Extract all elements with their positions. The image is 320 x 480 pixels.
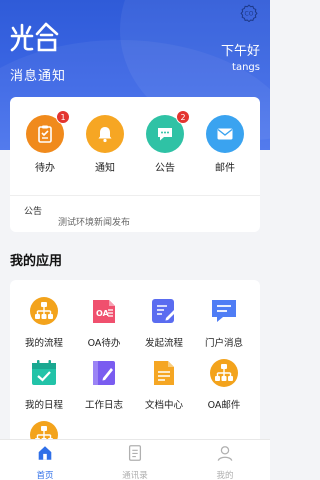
quick-action-label: 待办: [35, 163, 55, 174]
notice-headline[interactable]: 测试环境新闻发布: [58, 215, 130, 228]
app-logo: [10, 22, 59, 52]
svg-text:OA: OA: [96, 309, 110, 318]
username: tangs: [232, 62, 260, 73]
notice-label: 公告: [24, 207, 43, 217]
app-label: 发起流程: [144, 338, 183, 349]
quick-action-circle: 2: [146, 110, 190, 153]
todo-count-badge: 1: [56, 110, 70, 124]
tab-profile[interactable]: 我的: [195, 444, 255, 480]
quick-action-todo[interactable]: 1 待办: [20, 110, 70, 174]
oa-todo-icon: OA: [93, 300, 115, 323]
app-work-journal[interactable]: 工作日志: [76, 358, 132, 411]
bottom-tab-bar: 首页 通讯录 我的: [0, 439, 270, 480]
contacts-icon: [128, 445, 142, 461]
tab-contacts[interactable]: 通讯录: [105, 444, 165, 480]
document-icon: [154, 361, 174, 385]
bell-icon: [98, 127, 112, 143]
app-start-workflow[interactable]: 发起流程: [136, 296, 192, 349]
message-icon: [212, 300, 236, 322]
tab-label: 通讯录: [122, 471, 148, 480]
app-label: 门户消息: [204, 338, 243, 349]
greeting-text: 下午好: [220, 44, 260, 59]
quick-action-circle: [206, 115, 244, 153]
quick-actions-card: 1 待办 通知 2 公告 邮件 公告 测试环境新闻发布: [10, 97, 260, 232]
svg-text:CO: CO: [245, 11, 254, 18]
apps-section-title: 我的应用: [10, 254, 63, 269]
journal-icon: [93, 361, 115, 385]
quick-action-label: 邮件: [215, 163, 235, 174]
quick-action-circle: 1: [26, 110, 70, 153]
app-document-center[interactable]: 文档中心: [136, 358, 192, 411]
edit-doc-icon: [152, 299, 177, 323]
apps-card: 我的流程 OA OA待办 发起流程 门户消息 我的日程 工作日志 文档中心 OA…: [10, 280, 260, 450]
quick-action-notice[interactable]: 通知: [80, 115, 130, 174]
clipboard-icon: [38, 125, 52, 143]
app-portal-messages[interactable]: 门户消息: [196, 296, 252, 349]
calendar-icon: [32, 360, 56, 385]
chat-icon: [158, 128, 172, 141]
app-label: OA邮件: [207, 400, 241, 411]
oa-mail-icon: [210, 359, 238, 387]
quick-action-mail[interactable]: 邮件: [200, 115, 250, 174]
tab-label: 我的: [216, 471, 234, 480]
tab-home[interactable]: 首页: [15, 444, 75, 480]
page-subtitle: 消息通知: [10, 69, 67, 84]
app-label: 我的流程: [24, 338, 63, 349]
home-icon: [38, 446, 52, 460]
app-label: 我的日程: [24, 400, 63, 411]
settings-icon[interactable]: CO: [240, 4, 258, 22]
app-label: 工作日志: [84, 400, 123, 411]
quick-action-circle: [86, 115, 124, 153]
mail-icon: [217, 128, 233, 140]
announcement-count-badge: 2: [176, 110, 190, 124]
quick-action-label: 公告: [155, 163, 175, 174]
app-my-schedule[interactable]: 我的日程: [16, 358, 72, 411]
tab-label: 首页: [36, 471, 54, 480]
app-my-workflow[interactable]: 我的流程: [16, 296, 72, 349]
divider: [10, 195, 260, 196]
profile-icon: [217, 446, 233, 461]
app-oa-mail[interactable]: OA邮件: [196, 358, 252, 411]
app-label: 文档中心: [144, 400, 183, 411]
quick-action-announcement[interactable]: 2 公告: [140, 110, 190, 174]
app-oa-todo[interactable]: OA OA待办: [76, 296, 132, 349]
quick-action-label: 通知: [95, 163, 115, 174]
org-chart-icon: [30, 297, 58, 325]
app-label: OA待办: [87, 338, 121, 349]
